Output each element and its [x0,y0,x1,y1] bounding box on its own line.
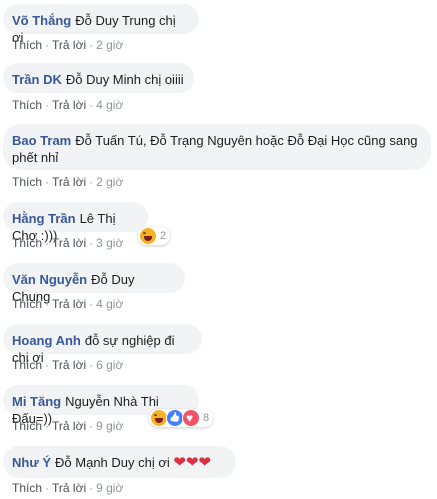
comment-actions: Thích · Trả lời · 3 giờ [12,235,123,251]
separator-dot: · [89,297,94,311]
reply-link[interactable]: Trả lời [52,297,86,311]
separator-dot: · [89,98,94,112]
comment-author[interactable]: Hoang Anh [12,333,81,348]
reply-link[interactable]: Trả lời [52,419,86,433]
comment-timestamp[interactable]: 4 giờ [96,297,123,311]
comment-actions: Thích · Trả lời · 2 giờ [12,37,123,53]
reply-link[interactable]: Trả lời [52,175,86,189]
separator-dot: · [45,236,50,250]
reply-link[interactable]: Trả lời [52,98,86,112]
comment-timestamp[interactable]: 9 giờ [96,481,123,495]
reply-link[interactable]: Trả lời [52,481,86,495]
comment-author[interactable]: Hằng Trần [12,211,76,226]
comment-text: Đỗ Duy Minh chị oiiii [65,72,184,87]
like-link[interactable]: Thích [12,38,42,52]
like-link[interactable]: Thích [12,236,42,250]
separator-dot: · [45,175,50,189]
separator-dot: · [89,38,94,52]
comment-actions: Thích · Trả lời · 6 giờ [12,357,123,373]
separator-dot: · [45,358,50,372]
comment-bubble: Hoang Anh đỗ sự nghiệp đi chị ơi [3,324,202,365]
comment-bubble: Hằng Trần Lê Thị Chợ :))) [3,202,148,243]
like-link[interactable]: Thích [12,297,42,311]
haha-icon [139,227,157,245]
comment-timestamp[interactable]: 4 giờ [96,98,123,112]
comment-actions: Thích · Trả lời · 9 giờ [12,480,123,496]
reaction-summary[interactable]: 2 [138,227,171,245]
comment-timestamp[interactable]: 2 giờ [96,175,123,189]
separator-dot: · [45,38,50,52]
like-link[interactable]: Thích [12,481,42,495]
comment-author[interactable]: Như Ý [12,455,51,470]
comment-text: Đỗ Mạnh Duy chị ơi [55,455,170,470]
reaction-count: 2 [160,230,167,242]
reply-link[interactable]: Trả lời [52,236,86,250]
like-link[interactable]: Thích [12,419,42,433]
reaction-count: 8 [203,412,210,424]
comment-timestamp[interactable]: 6 giờ [96,358,123,372]
comment-author[interactable]: Văn Nguyễn [12,272,87,287]
comment-actions: Thích · Trả lời · 2 giờ [12,174,123,190]
like-link[interactable]: Thích [12,175,42,189]
separator-dot: · [89,358,94,372]
separator-dot: · [89,481,94,495]
comment-timestamp[interactable]: 9 giờ [96,419,123,433]
separator-dot: · [45,98,50,112]
comment-text: Đỗ Tuấn Tú, Đỗ Trạng Nguyên hoặc Đỗ Đại … [12,133,418,165]
heart-emoji-icon: ❤❤❤ [173,454,212,471]
comment-actions: Thích · Trả lời · 4 giờ [12,97,123,113]
reply-link[interactable]: Trả lời [52,358,86,372]
like-link[interactable]: Thích [12,358,42,372]
love-icon [182,409,200,427]
comment-author[interactable]: Võ Thắng [12,13,71,28]
comment-bubble: Như Ý Đỗ Mạnh Duy chị ơi ❤❤❤ [3,446,236,478]
separator-dot: · [89,236,94,250]
comment-author[interactable]: Trần DK [12,72,62,87]
separator-dot: · [45,419,50,433]
like-link[interactable]: Thích [12,98,42,112]
reply-link[interactable]: Trả lời [52,38,86,52]
comment-author[interactable]: Mi Tăng [12,394,61,409]
separator-dot: · [89,419,94,433]
comment-bubble: Văn Nguyễn Đỗ Duy Chung [3,263,185,304]
separator-dot: · [45,481,50,495]
comment-bubble: Võ Thắng Đỗ Duy Trung chị ơi [3,4,199,45]
reaction-summary[interactable]: 8 [149,409,214,427]
comment-timestamp[interactable]: 2 giờ [96,38,123,52]
comment-actions: Thích · Trả lời · 4 giờ [12,296,123,312]
comment-actions: Thích · Trả lời · 9 giờ [12,418,123,434]
comment-timestamp[interactable]: 3 giờ [96,236,123,250]
comment-author[interactable]: Bao Tram [12,133,71,148]
separator-dot: · [45,297,50,311]
comment-bubble: Trần DK Đỗ Duy Minh chị oiiii [3,63,194,93]
separator-dot: · [89,175,94,189]
comment-bubble: Bao Tram Đỗ Tuấn Tú, Đỗ Trạng Nguyên hoặc… [3,124,431,170]
